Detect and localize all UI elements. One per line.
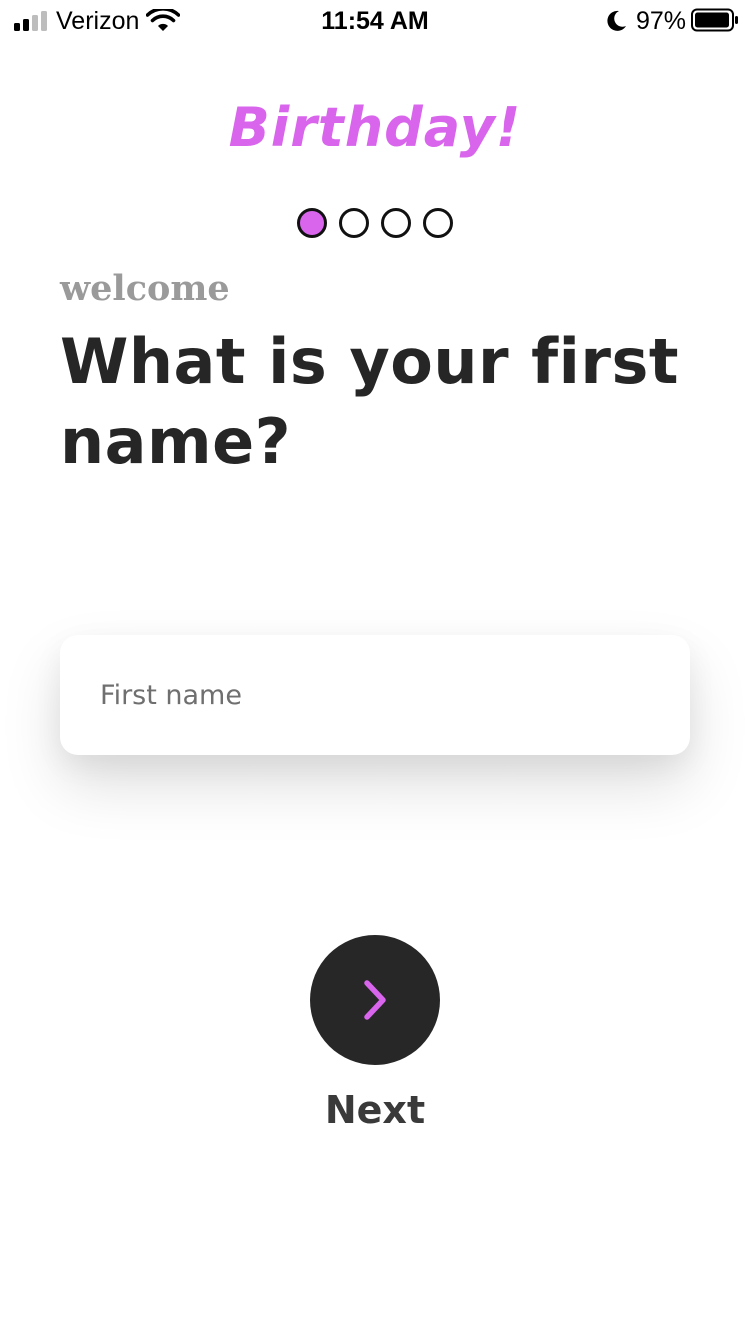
first-name-card: [60, 635, 690, 755]
question-heading: What is your first name?: [60, 325, 679, 478]
step-indicator: [297, 208, 453, 238]
first-name-input[interactable]: [60, 635, 690, 755]
step-dot-4: [423, 208, 453, 238]
moon-icon: [607, 10, 626, 31]
app-logo-title: Birthday!: [228, 96, 522, 159]
step-dot-2: [339, 208, 369, 238]
step-dot-3: [381, 208, 411, 238]
next-label[interactable]: Next: [0, 1088, 750, 1132]
step-dot-1-active: [297, 208, 327, 238]
welcome-label: welcome: [60, 268, 230, 309]
chevron-right-icon: [364, 980, 386, 1020]
next-button[interactable]: [310, 935, 440, 1065]
battery-percent: 97%: [636, 7, 687, 35]
battery-icon: [691, 8, 738, 32]
status-bar: Verizon 11:54 AM 97%: [0, 0, 750, 42]
onboarding-screen: Verizon 11:54 AM 97% Birthday! welcome W…: [0, 0, 750, 1334]
